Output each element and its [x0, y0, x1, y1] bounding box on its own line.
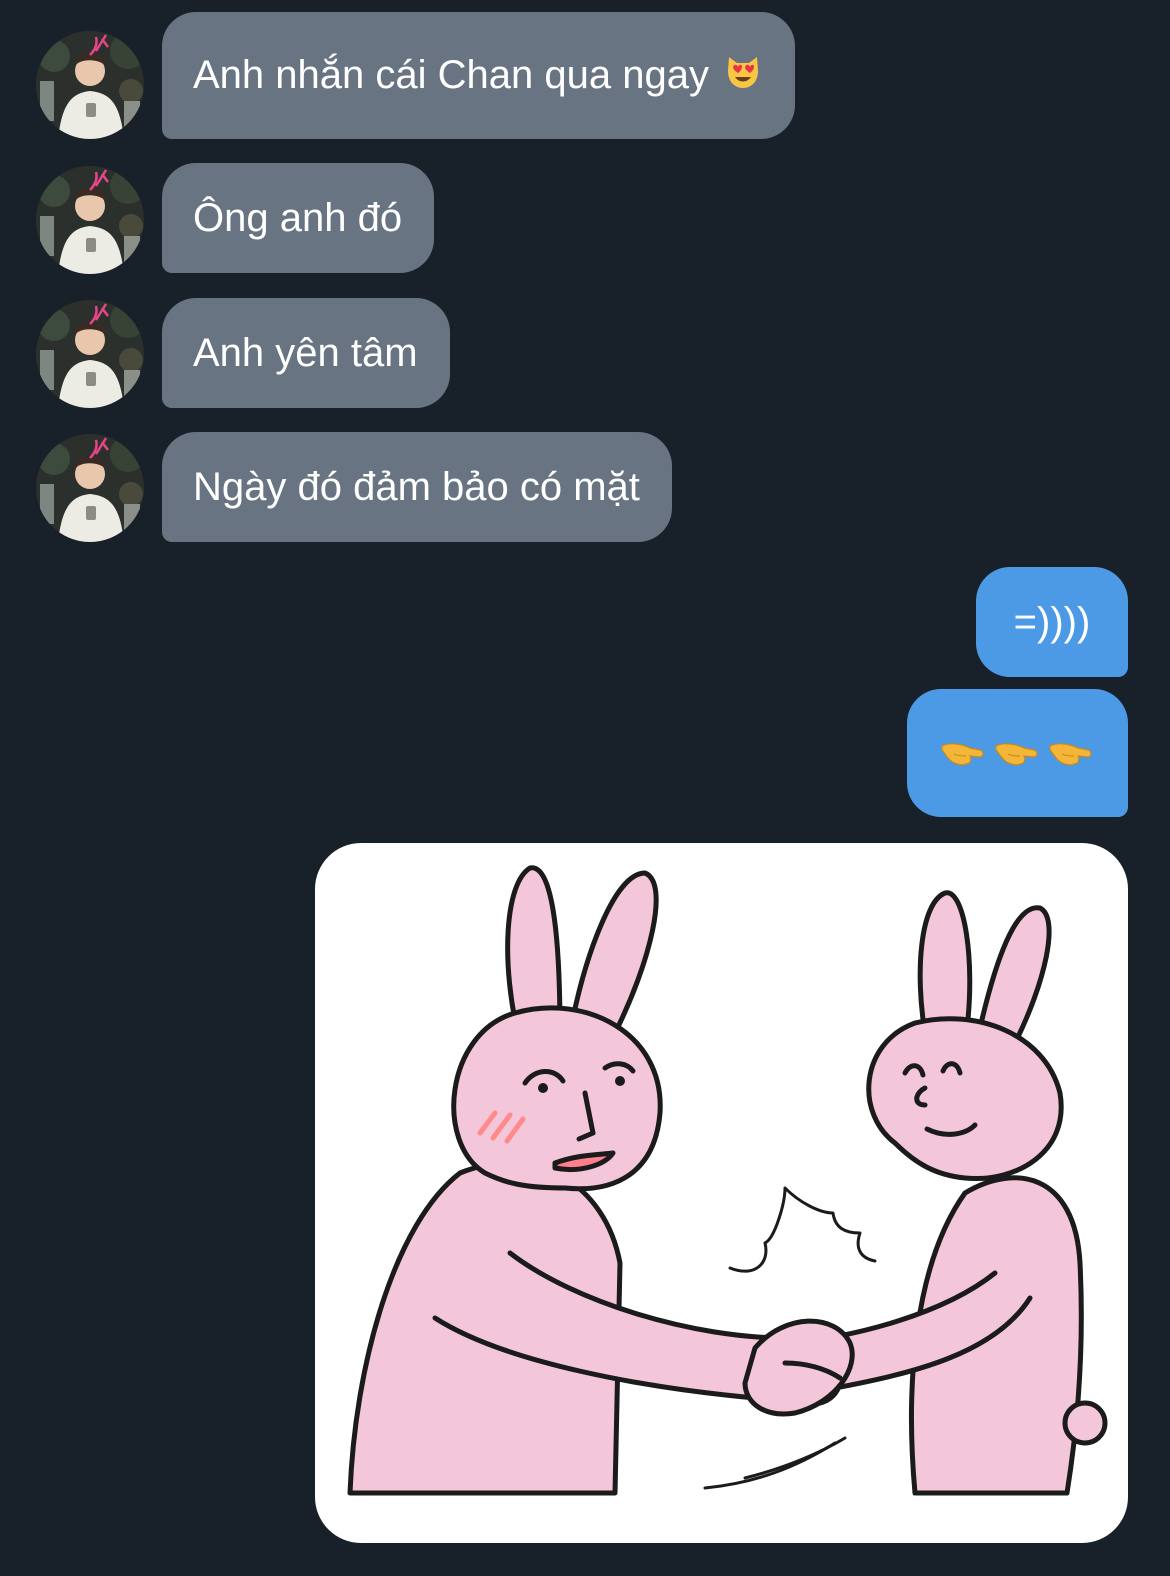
avatar-image [36, 166, 144, 274]
avatar-image [36, 434, 144, 542]
rabbit-sticker-image [347, 865, 1108, 1496]
message-text: Ông anh đó [193, 195, 403, 240]
message-text: Anh nhắn cái Chan qua ngay [193, 53, 709, 97]
contact-avatar[interactable] [36, 434, 144, 542]
message-text: Ngày đó đảm bảo có mặt [193, 464, 640, 509]
incoming-message-bubble[interactable]: Anh nhắn cái Chan qua ngay [162, 12, 795, 139]
contact-avatar[interactable] [36, 300, 144, 408]
message-text: =)))) [1013, 599, 1091, 644]
contact-avatar[interactable] [36, 166, 144, 274]
incoming-message-bubble[interactable]: Ông anh đó [162, 163, 435, 273]
outgoing-message-bubble[interactable] [907, 689, 1128, 817]
pointing-left-hands-icon [940, 728, 1096, 778]
avatar-image [36, 300, 144, 408]
smiling-cat-heart-eyes-icon [723, 51, 763, 101]
rabbit-handshake-sticker[interactable] [315, 843, 1128, 1543]
message-text: Anh yên tâm [193, 330, 418, 375]
incoming-message-bubble[interactable]: Ngày đó đảm bảo có mặt [162, 432, 672, 542]
outgoing-message-bubble[interactable]: =)))) [976, 567, 1128, 677]
avatar-image [36, 31, 144, 139]
incoming-message-bubble[interactable]: Anh yên tâm [162, 298, 450, 408]
contact-avatar[interactable] [36, 31, 144, 139]
